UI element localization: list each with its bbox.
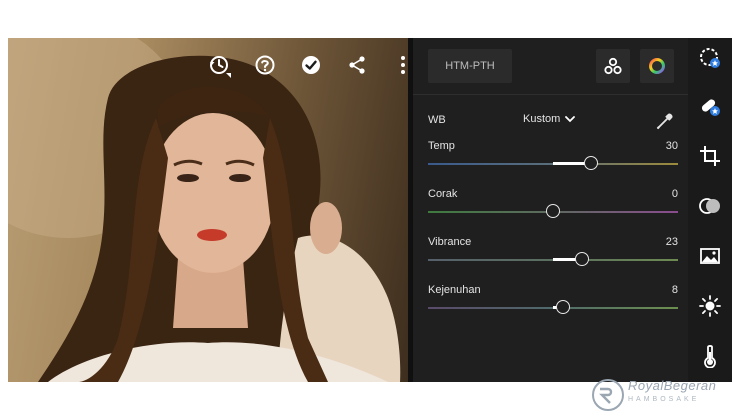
saturation-label: Kejenuhan bbox=[428, 284, 481, 296]
profile-button[interactable]: HTM-PTH bbox=[428, 49, 512, 83]
color-mix-button[interactable] bbox=[596, 49, 630, 83]
help-button[interactable] bbox=[250, 52, 280, 78]
color-wheel-icon bbox=[649, 58, 665, 74]
tool-rail bbox=[688, 38, 732, 382]
history-caret bbox=[226, 73, 231, 78]
panel-header: HTM-PTH bbox=[413, 38, 688, 95]
color-temperature-icon bbox=[704, 345, 716, 368]
temp-thumb[interactable] bbox=[583, 156, 598, 170]
vibrance-label: Vibrance bbox=[428, 236, 472, 248]
white-balance-row: WB Kustom bbox=[428, 110, 678, 132]
presets-button[interactable] bbox=[698, 244, 722, 268]
chevron-down-icon bbox=[565, 116, 576, 123]
color-edit-panel: HTM-PTH WB Kustom Temp 30 Corak 0 Vibran… bbox=[413, 38, 688, 382]
eyedropper-icon bbox=[656, 113, 673, 130]
crop-button[interactable] bbox=[698, 144, 722, 168]
saturation-thumb[interactable] bbox=[556, 300, 570, 314]
tint-slider[interactable]: Corak 0 bbox=[428, 188, 678, 220]
saturation-value: 8 bbox=[671, 284, 678, 296]
more-button[interactable] bbox=[388, 52, 408, 78]
watermark-logo: RoyalBegeran HAMBOSAKE bbox=[590, 375, 740, 416]
auto-button[interactable] bbox=[698, 46, 722, 70]
tint-value: 0 bbox=[671, 188, 678, 200]
temp-value: 30 bbox=[665, 140, 678, 152]
more-icon bbox=[401, 56, 405, 74]
vibrance-slider[interactable]: Vibrance 23 bbox=[428, 236, 678, 268]
lightroom-editor: HTM-PTH WB Kustom Temp 30 Corak 0 Vibran… bbox=[8, 38, 732, 382]
saturation-slider[interactable]: Kejenuhan 8 bbox=[428, 284, 678, 316]
photo-toolbar bbox=[204, 52, 408, 78]
portrait-photo bbox=[8, 38, 401, 382]
light-icon bbox=[699, 295, 721, 317]
color-mix-icon bbox=[604, 57, 622, 75]
vibrance-thumb[interactable] bbox=[574, 252, 589, 266]
temp-label: Temp bbox=[428, 140, 455, 152]
wb-label: WB bbox=[428, 114, 446, 126]
checkmark-icon bbox=[302, 56, 320, 74]
masking-icon bbox=[699, 198, 720, 214]
color-button[interactable] bbox=[698, 344, 722, 368]
watermark-text: RoyalBegeran bbox=[628, 378, 717, 393]
crop-icon bbox=[700, 146, 720, 166]
done-button[interactable] bbox=[296, 52, 326, 78]
presets-icon bbox=[700, 248, 720, 264]
share-button[interactable] bbox=[342, 52, 372, 78]
wb-value: Kustom bbox=[523, 113, 561, 125]
watermark-subtext: HAMBOSAKE bbox=[628, 396, 700, 403]
temp-slider[interactable]: Temp 30 bbox=[428, 140, 678, 172]
tint-label: Corak bbox=[428, 188, 458, 200]
wb-dropdown[interactable]: Kustom bbox=[523, 113, 576, 125]
vibrance-value: 23 bbox=[665, 236, 678, 248]
logo-mark-icon bbox=[592, 379, 624, 411]
eyedropper-button[interactable] bbox=[654, 110, 676, 137]
masking-button[interactable] bbox=[698, 194, 722, 218]
help-icon bbox=[255, 55, 275, 75]
auto-icon bbox=[700, 48, 720, 68]
tint-thumb[interactable] bbox=[546, 204, 560, 218]
healing-button[interactable] bbox=[698, 94, 722, 118]
share-icon bbox=[349, 56, 365, 74]
light-button[interactable] bbox=[698, 294, 722, 318]
photo-canvas[interactable] bbox=[8, 38, 408, 382]
color-grading-button[interactable] bbox=[640, 49, 674, 83]
healing-icon bbox=[701, 99, 720, 116]
history-button[interactable] bbox=[204, 52, 234, 78]
